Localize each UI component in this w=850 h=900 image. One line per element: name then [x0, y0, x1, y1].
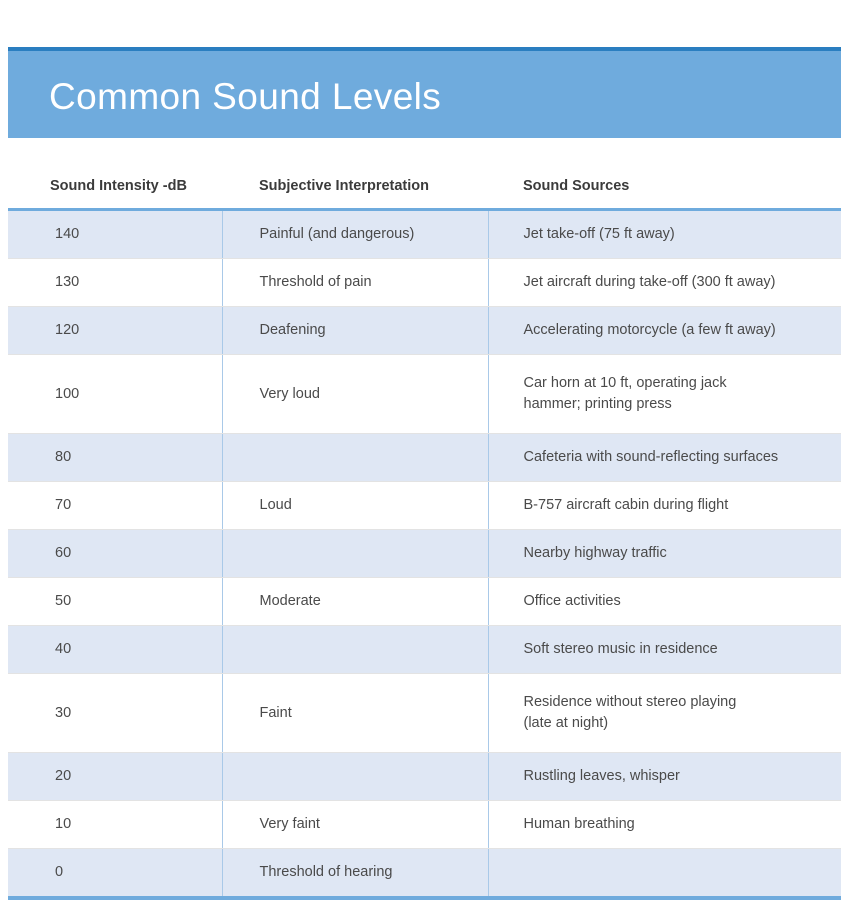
column-header-sound-intensity: Sound Intensity -dB [8, 178, 222, 211]
table-row: 50 Moderate Office activities [8, 577, 841, 626]
cell-subjective-interpretation: Very faint [222, 800, 489, 849]
cell-sound-source: Jet aircraft during take-off (300 ft awa… [488, 258, 841, 307]
cell-sound-intensity: 10 [8, 800, 223, 849]
cell-sound-intensity: 50 [8, 577, 223, 626]
cell-sound-source: Soft stereo music in residence [488, 625, 841, 674]
cell-sound-intensity: 130 [8, 258, 223, 307]
cell-subjective-interpretation: Deafening [222, 306, 489, 355]
table-row: 30 Faint Residence without stereo playing … [8, 673, 841, 753]
table-row: 100 Very loud Car horn at 10 ft, operating… [8, 354, 841, 434]
table-body: 140 Painful (and dangerous) Jet take-off (… [8, 209, 841, 900]
cell-subjective-interpretation [222, 752, 489, 801]
cell-subjective-interpretation [222, 529, 489, 578]
cell-sound-intensity: 30 [8, 673, 223, 753]
table-row: 20 Rustling leaves, whisper [8, 752, 841, 801]
cell-subjective-interpretation: Faint [222, 673, 489, 753]
column-header-subjective-interpretation: Subjective Interpretation [222, 178, 488, 211]
cell-subjective-interpretation [222, 625, 489, 674]
cell-sound-intensity: 20 [8, 752, 223, 801]
column-header-label: Sound Sources [523, 178, 630, 194]
cell-sound-source: B-757 aircraft cabin during flight [488, 481, 841, 530]
cell-subjective-interpretation: Threshold of pain [222, 258, 489, 307]
table-row: 80 Cafeteria with sound-reflecting surfac… [8, 433, 841, 482]
table-header: Sound Intensity -dB Subjective Interpret… [8, 178, 841, 211]
table-row: 10 Very faint Human breathing [8, 800, 841, 849]
table-row: 130 Threshold of pain Jet aircraft during … [8, 258, 841, 307]
cell-sound-intensity: 140 [8, 209, 223, 259]
column-header-sound-sources: Sound Sources [488, 178, 841, 211]
cell-sound-intensity: 70 [8, 481, 223, 530]
cell-sound-source: Office activities [488, 577, 841, 626]
table-row: 70 Loud B-757 aircraft cabin during flight [8, 481, 841, 530]
cell-subjective-interpretation: Moderate [222, 577, 489, 626]
cell-sound-source: Accelerating motorcycle (a few ft away) [488, 306, 841, 355]
cell-sound-intensity: 120 [8, 306, 223, 355]
column-header-label: Subjective Interpretation [259, 178, 430, 194]
cell-sound-source: Cafeteria with sound-reflecting surfaces [488, 433, 841, 482]
cell-subjective-interpretation: Loud [222, 481, 489, 530]
page-title: Common Sound Levels [49, 76, 442, 117]
title-banner: Common Sound Levels [8, 47, 841, 138]
table-header-row: Sound Intensity -dB Subjective Interpret… [8, 178, 841, 211]
cell-subjective-interpretation: Painful (and dangerous) [222, 209, 489, 259]
page-root: Common Sound Levels Sound Intensity -dB … [0, 0, 850, 900]
cell-sound-source: Jet take-off (75 ft away) [488, 209, 841, 259]
cell-sound-source: Rustling leaves, whisper [488, 752, 841, 801]
cell-sound-source: Human breathing [488, 800, 841, 849]
cell-sound-intensity: 100 [8, 354, 223, 434]
table-row: 140 Painful (and dangerous) Jet take-off (… [8, 209, 841, 259]
cell-subjective-interpretation [222, 433, 489, 482]
cell-subjective-interpretation: Very loud [222, 354, 489, 434]
sound-levels-table: Sound Intensity -dB Subjective Interpret… [8, 178, 841, 900]
table-row: 60 Nearby highway traffic [8, 529, 841, 578]
cell-sound-intensity: 60 [8, 529, 223, 578]
cell-sound-source: Nearby highway traffic [488, 529, 841, 578]
cell-sound-intensity: 80 [8, 433, 223, 482]
table-row: 40 Soft stereo music in residence [8, 625, 841, 674]
column-header-label: Sound Intensity -dB [50, 178, 187, 194]
cell-sound-intensity: 40 [8, 625, 223, 674]
table-row: 120 Deafening Accelerating motorcycle (a f… [8, 306, 841, 355]
cell-sound-source: Car horn at 10 ft, operating jack hammer… [488, 354, 841, 434]
cell-sound-source: Residence without stereo playing (late a… [488, 673, 841, 753]
